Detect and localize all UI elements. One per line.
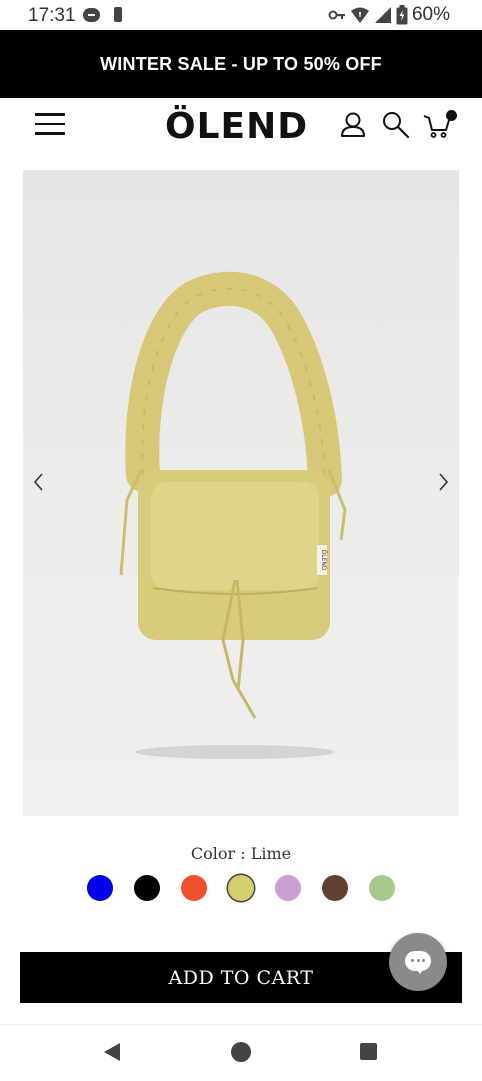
product-gallery[interactable]: ÖLEND [23,170,459,816]
swatch-black[interactable] [134,875,160,901]
site-header: ÖLEND [0,98,482,158]
cart-badge [446,110,457,121]
gallery-next-icon[interactable] [431,470,455,494]
search-icon[interactable] [381,110,411,140]
account-icon[interactable] [339,110,369,140]
menu-icon[interactable] [35,113,65,137]
gallery-prev-icon[interactable] [27,470,51,494]
vpn-key-icon [328,10,345,20]
battery-icon [396,5,408,25]
line-app-icon [83,8,100,22]
download-icon [114,7,122,22]
swatch-lilac[interactable] [275,875,301,901]
color-label: Color : Lime [190,844,292,863]
wifi-icon [350,7,369,23]
home-icon[interactable] [231,1042,251,1062]
status-bar: 17:31 60% [0,0,482,30]
chat-button[interactable] [389,933,447,991]
lime-bag-image: ÖLEND [119,271,347,759]
battery-percent: 60% [411,4,450,25]
swatch-green[interactable] [369,875,395,901]
swatch-orange[interactable] [181,875,207,901]
recents-icon[interactable] [360,1043,377,1060]
bag-tag-label: ÖLEND [320,550,327,571]
swatch-lime[interactable] [228,875,254,901]
signal-icon [374,7,391,23]
chat-icon [405,951,431,974]
promo-text: WINTER SALE - UP TO 50% OFF [100,53,382,74]
promo-banner[interactable]: WINTER SALE - UP TO 50% OFF [0,30,482,98]
back-icon[interactable] [104,1043,120,1061]
status-right: 60% [328,4,450,26]
status-time: 17:31 [28,5,76,26]
swatch-brown[interactable] [322,875,348,901]
brand-logo[interactable]: ÖLEND [165,106,308,147]
system-nav-bar [0,1024,482,1081]
swatch-blue[interactable] [87,875,113,901]
